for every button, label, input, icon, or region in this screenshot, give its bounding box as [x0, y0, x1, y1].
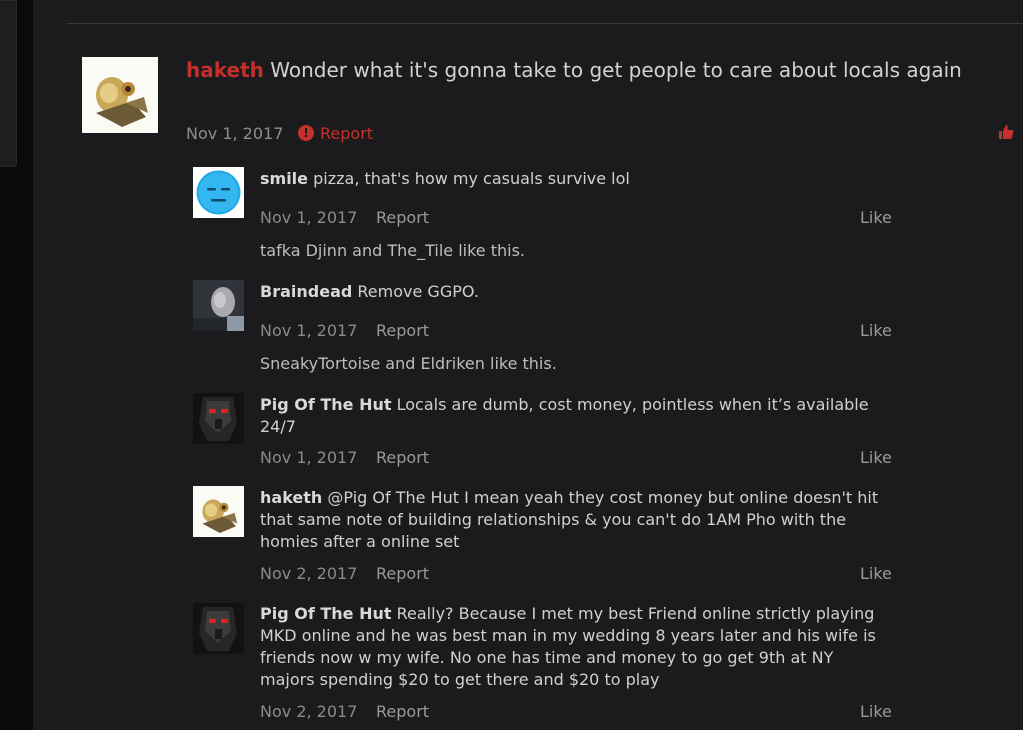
- comment-date[interactable]: Nov 1, 2017: [260, 208, 357, 227]
- robot-face-icon: [193, 603, 244, 654]
- comment-username[interactable]: Pig Of The Hut: [260, 395, 392, 414]
- post-message: haketh Wonder what it's gonna take to ge…: [186, 58, 962, 82]
- post-body: Wonder what it's gonna take to get peopl…: [270, 58, 962, 82]
- comment-username[interactable]: Pig Of The Hut: [260, 604, 392, 623]
- robot-avatar-icon: [82, 57, 158, 133]
- side-panel-edge: [0, 0, 17, 167]
- avatar-haketh[interactable]: [82, 57, 158, 133]
- robot-avatar-icon: [193, 486, 244, 537]
- post-report-link[interactable]: Report: [320, 124, 373, 143]
- comment-like-button[interactable]: Like: [860, 321, 892, 340]
- comment-report-link[interactable]: Report: [376, 448, 429, 467]
- comment-username[interactable]: Braindead: [260, 282, 352, 301]
- comment-likes-summary[interactable]: tafka Djinn and The_Tile like this.: [260, 241, 525, 260]
- comment-text: haketh @Pig Of The Hut I mean yeah they …: [260, 487, 890, 553]
- comment-text: Pig Of The Hut Locals are dumb, cost mon…: [260, 394, 890, 438]
- face-photo-icon: [193, 280, 244, 331]
- comment-username[interactable]: smile: [260, 169, 308, 188]
- post-date[interactable]: Nov 1, 2017: [186, 124, 283, 143]
- comment-text: Braindead Remove GGPO.: [260, 281, 890, 303]
- thumbs-up-icon[interactable]: [998, 124, 1014, 144]
- comment-report-link[interactable]: Report: [376, 702, 429, 721]
- comment-date[interactable]: Nov 1, 2017: [260, 448, 357, 467]
- comment-date[interactable]: Nov 1, 2017: [260, 321, 357, 340]
- comment-like-button[interactable]: Like: [860, 448, 892, 467]
- comment-body: Remove GGPO.: [357, 282, 479, 301]
- avatar-braindead[interactable]: [193, 280, 244, 331]
- comment-date[interactable]: Nov 2, 2017: [260, 564, 357, 583]
- comment-text: Pig Of The Hut Really? Because I met my …: [260, 603, 890, 691]
- comment-likes-summary[interactable]: SneakyTortoise and Eldriken like this.: [260, 354, 557, 373]
- divider: [67, 23, 1023, 24]
- avatar-haketh[interactable]: [193, 486, 244, 537]
- comment-username[interactable]: haketh: [260, 488, 322, 507]
- comment-date[interactable]: Nov 2, 2017: [260, 702, 357, 721]
- warning-icon: !: [298, 125, 314, 141]
- comment-text: smile pizza, that's how my casuals survi…: [260, 168, 890, 190]
- comment-report-link[interactable]: Report: [376, 321, 429, 340]
- avatar-pig-of-the-hut[interactable]: [193, 603, 244, 654]
- comment-like-button[interactable]: Like: [860, 564, 892, 583]
- comment-report-link[interactable]: Report: [376, 208, 429, 227]
- avatar-smile[interactable]: [193, 167, 244, 218]
- robot-face-icon: [193, 393, 244, 444]
- comment-report-link[interactable]: Report: [376, 564, 429, 583]
- avatar-pig-of-the-hut[interactable]: [193, 393, 244, 444]
- comment-like-button[interactable]: Like: [860, 208, 892, 227]
- smiley-face-icon: [193, 167, 244, 218]
- comment-body: @Pig Of The Hut I mean yeah they cost mo…: [260, 488, 879, 551]
- comment-like-button[interactable]: Like: [860, 702, 892, 721]
- comment-body: pizza, that's how my casuals survive lol: [313, 169, 630, 188]
- post-username[interactable]: haketh: [186, 58, 264, 82]
